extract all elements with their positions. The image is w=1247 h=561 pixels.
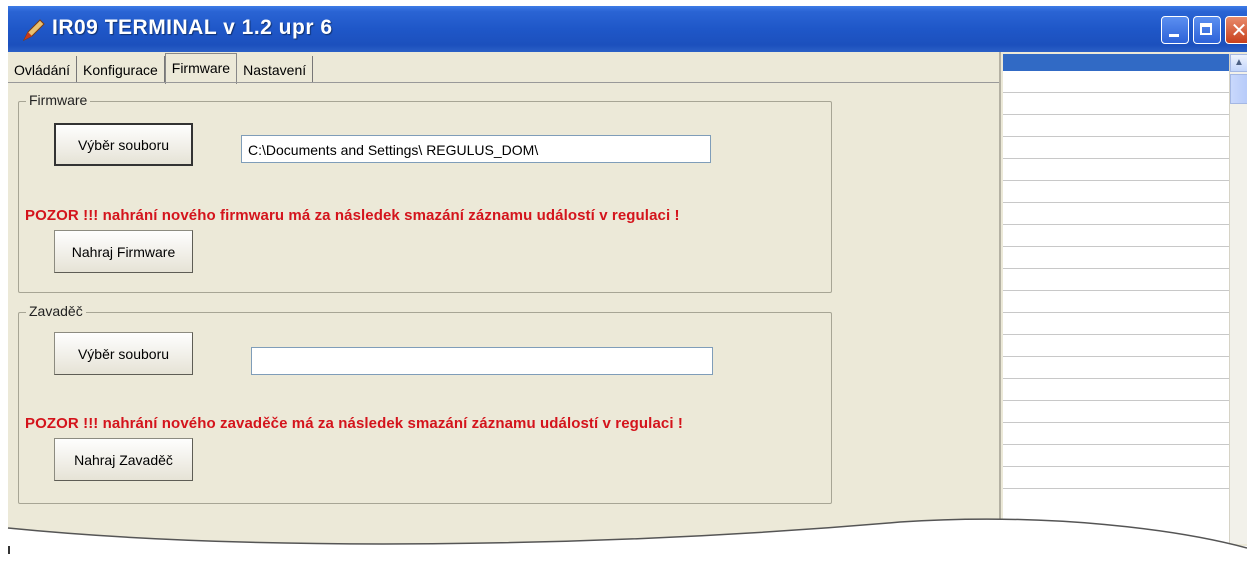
- list-row[interactable]: [1003, 356, 1229, 357]
- panel-divider: [999, 52, 1001, 542]
- list-row[interactable]: [1003, 202, 1229, 203]
- list-row[interactable]: [1003, 92, 1229, 93]
- loader-group-title: Zavaděč: [26, 303, 86, 319]
- list-row[interactable]: [1003, 422, 1229, 423]
- tab-konfigurace[interactable]: Konfigurace: [77, 56, 165, 82]
- list-row[interactable]: [1003, 224, 1229, 225]
- firmware-group-title: Firmware: [26, 92, 91, 108]
- pen-app-icon: [22, 19, 45, 42]
- maximize-icon[interactable]: [1193, 16, 1221, 44]
- list-selected-row[interactable]: [1003, 54, 1229, 71]
- list-row[interactable]: [1003, 290, 1229, 291]
- loader-group: Zavaděč Výběr souboru POZOR !!! nahrání …: [18, 303, 832, 504]
- list-row[interactable]: [1003, 444, 1229, 445]
- minimize-icon[interactable]: [1161, 16, 1189, 44]
- upload-firmware-button[interactable]: Nahraj Firmware: [54, 230, 193, 273]
- close-icon[interactable]: ✕: [1225, 16, 1247, 44]
- firmware-group: Firmware Výběr souboru C:\Documents and …: [18, 92, 832, 293]
- window-title: IR09 TERMINAL v 1.2 upr 6: [52, 16, 333, 39]
- loader-warning-text: POZOR !!! nahrání nového zavaděče má za …: [25, 415, 683, 432]
- close-glyph: ✕: [1230, 20, 1247, 42]
- app-window: IR09 TERMINAL v 1.2 upr 6 ✕ Ovládání Kon…: [8, 6, 1247, 546]
- firmware-warning-text: POZOR !!! nahrání nového firmwaru má za …: [25, 207, 680, 224]
- list-row[interactable]: [1003, 466, 1229, 467]
- scroll-up-arrow-icon[interactable]: ▲: [1230, 54, 1247, 72]
- tab-nastaveni[interactable]: Nastavení: [237, 56, 314, 82]
- tab-firmware[interactable]: Firmware: [164, 53, 238, 84]
- list-row[interactable]: [1003, 268, 1229, 269]
- firmware-path-field[interactable]: C:\Documents and Settings\ REGULUS_DOM\: [241, 135, 711, 163]
- list-row[interactable]: [1003, 400, 1229, 401]
- list-row[interactable]: [1003, 378, 1229, 379]
- list-row[interactable]: [1003, 312, 1229, 313]
- list-row[interactable]: [1003, 246, 1229, 247]
- title-bar[interactable]: IR09 TERMINAL v 1.2 upr 6 ✕: [8, 6, 1247, 52]
- event-list[interactable]: [1003, 54, 1247, 544]
- tab-divider-line: [8, 82, 1000, 83]
- loader-path-field[interactable]: [251, 347, 713, 375]
- list-scrollbar[interactable]: ▲: [1229, 54, 1247, 544]
- scroll-thumb[interactable]: [1230, 74, 1247, 104]
- firmware-select-file-button[interactable]: Výběr souboru: [54, 123, 193, 166]
- list-row[interactable]: [1003, 158, 1229, 159]
- list-row[interactable]: [1003, 180, 1229, 181]
- upload-loader-button[interactable]: Nahraj Zavaděč: [54, 438, 193, 481]
- loader-select-file-button[interactable]: Výběr souboru: [54, 332, 193, 375]
- list-row[interactable]: [1003, 114, 1229, 115]
- list-row[interactable]: [1003, 488, 1229, 489]
- tab-ovladani[interactable]: Ovládání: [8, 56, 78, 82]
- list-row[interactable]: [1003, 136, 1229, 137]
- tab-strip: Ovládání Konfigurace Firmware Nastavení: [8, 53, 314, 84]
- list-row[interactable]: [1003, 334, 1229, 335]
